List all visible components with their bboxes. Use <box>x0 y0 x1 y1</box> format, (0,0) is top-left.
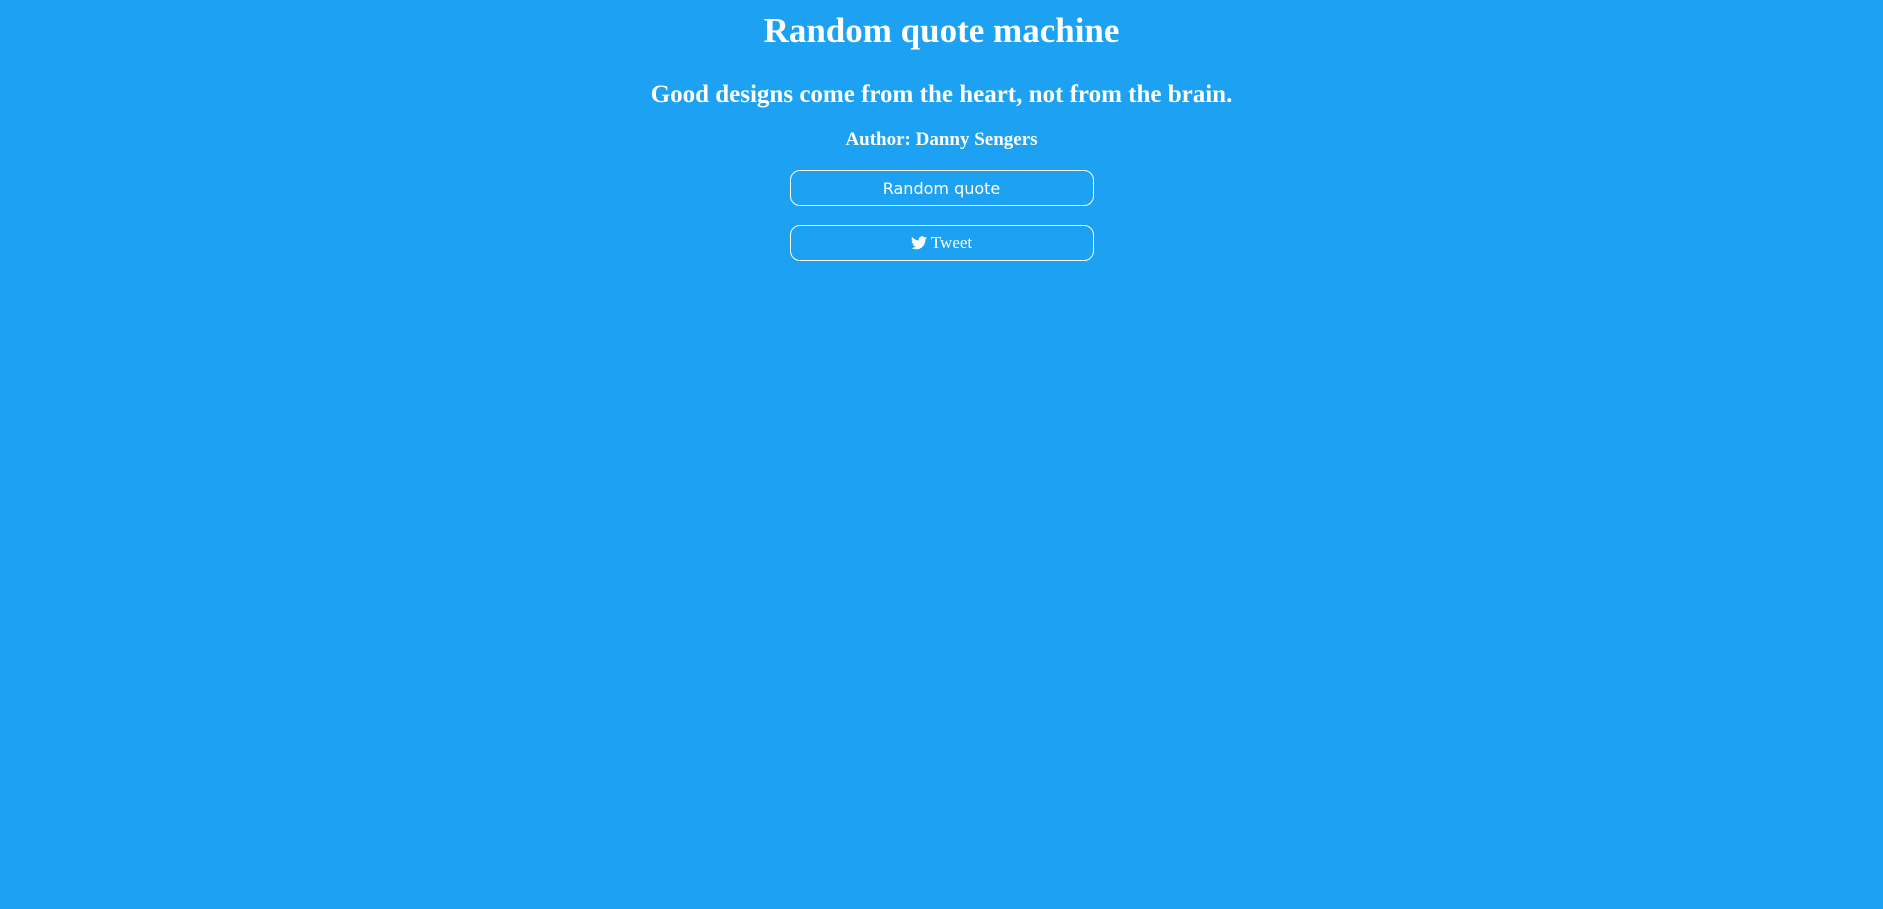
random-quote-button-label: Random quote <box>882 178 1001 198</box>
twitter-bird-icon <box>910 236 927 250</box>
quote-text: Good designs come from the heart, not fr… <box>650 81 1233 108</box>
page-title: Random quote machine <box>763 11 1120 50</box>
quote-author: Author: Danny Sengers <box>845 129 1038 150</box>
tweet-button-label: Tweet <box>930 233 973 252</box>
tweet-button[interactable]: Tweet <box>789 225 1094 261</box>
quote-machine: Random quote machine Good designs come f… <box>0 0 1883 261</box>
random-quote-button[interactable]: Random quote <box>789 170 1094 206</box>
